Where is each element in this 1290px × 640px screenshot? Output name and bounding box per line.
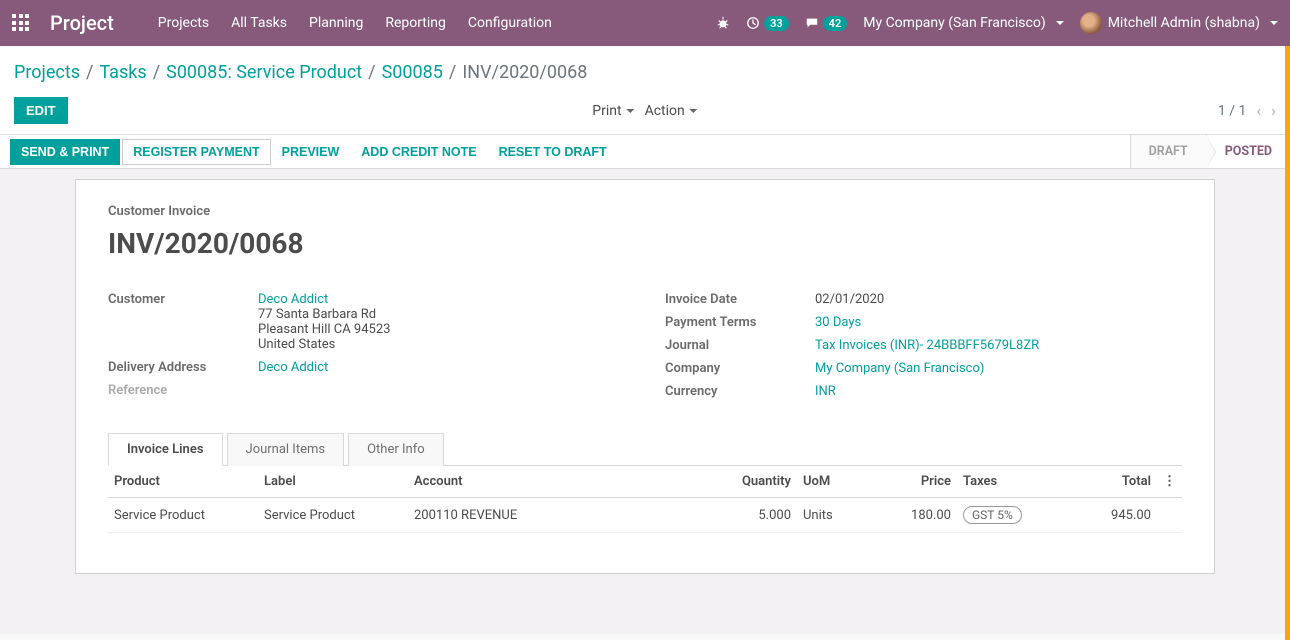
- print-menu[interactable]: Print: [592, 103, 634, 119]
- breadcrumb-projects[interactable]: Projects: [14, 62, 80, 83]
- breadcrumb-tasks[interactable]: Tasks: [99, 62, 146, 83]
- pager-next-icon[interactable]: ›: [1271, 101, 1276, 120]
- app-brand[interactable]: Project: [50, 11, 114, 35]
- apps-menu-icon[interactable]: [12, 14, 30, 32]
- th-quantity: Quantity: [717, 466, 797, 498]
- debug-icon[interactable]: [716, 16, 730, 30]
- pager-count: 1 / 1: [1218, 103, 1246, 119]
- register-payment-button[interactable]: REGISTER PAYMENT: [122, 139, 270, 165]
- nav-projects[interactable]: Projects: [158, 15, 209, 31]
- status-draft[interactable]: DRAFT: [1130, 135, 1206, 168]
- avatar: [1080, 12, 1102, 34]
- form-title: INV/2020/0068: [108, 227, 1182, 260]
- invoice-date-value: 02/01/2020: [815, 292, 1182, 307]
- reference-label: Reference: [108, 383, 258, 398]
- cell-total: 945.00: [1047, 498, 1157, 533]
- tab-invoice-lines[interactable]: Invoice Lines: [108, 433, 223, 466]
- cell-label: Service Product: [258, 498, 408, 533]
- reference-value: [258, 383, 625, 398]
- cell-taxes: GST 5%: [957, 498, 1047, 533]
- table-row[interactable]: Service Product Service Product 200110 R…: [108, 498, 1182, 533]
- delivery-address-label: Delivery Address: [108, 360, 258, 375]
- breadcrumb: Projects / Tasks / S00085: Service Produ…: [14, 54, 1276, 97]
- th-uom: UoM: [797, 466, 867, 498]
- cell-account: 200110 REVENUE: [408, 498, 717, 533]
- th-total: Total: [1047, 466, 1157, 498]
- activities-icon[interactable]: 33: [746, 16, 789, 31]
- tab-other-info[interactable]: Other Info: [348, 433, 444, 466]
- discuss-icon[interactable]: 42: [805, 16, 848, 31]
- reset-to-draft-button[interactable]: RESET TO DRAFT: [488, 139, 618, 165]
- journal-link[interactable]: Tax Invoices (INR)- 24BBBFF5679L8ZR: [815, 338, 1182, 353]
- edit-button[interactable]: EDIT: [14, 97, 68, 124]
- cell-product: Service Product: [108, 498, 258, 533]
- customer-addr3: United States: [258, 337, 625, 352]
- breadcrumb-current: INV/2020/0068: [462, 62, 587, 83]
- cell-uom: Units: [797, 498, 867, 533]
- nav-all-tasks[interactable]: All Tasks: [231, 15, 287, 31]
- company-label: Company: [665, 361, 815, 376]
- preview-button[interactable]: PREVIEW: [271, 139, 351, 165]
- breadcrumb-s00085[interactable]: S00085: [382, 62, 443, 83]
- delivery-address-link[interactable]: Deco Addict: [258, 360, 625, 375]
- status-posted[interactable]: POSTED: [1206, 135, 1290, 168]
- th-product: Product: [108, 466, 258, 498]
- customer-addr1: 77 Santa Barbara Rd: [258, 307, 625, 322]
- column-options-icon[interactable]: ⋮: [1157, 466, 1182, 498]
- payment-terms-link[interactable]: 30 Days: [815, 315, 1182, 330]
- activities-badge: 33: [764, 16, 789, 31]
- payment-terms-label: Payment Terms: [665, 315, 815, 330]
- send-print-button[interactable]: SEND & PRINT: [10, 139, 120, 165]
- user-menu[interactable]: Mitchell Admin (shabna): [1080, 12, 1278, 34]
- nav-planning[interactable]: Planning: [309, 15, 363, 31]
- nav-reporting[interactable]: Reporting: [385, 15, 446, 31]
- breadcrumb-s00085-service[interactable]: S00085: Service Product: [166, 62, 362, 83]
- add-credit-note-button[interactable]: ADD CREDIT NOTE: [350, 139, 487, 165]
- cell-quantity: 5.000: [717, 498, 797, 533]
- form-subtitle: Customer Invoice: [108, 204, 1182, 219]
- tab-journal-items[interactable]: Journal Items: [227, 433, 345, 466]
- customer-label: Customer: [108, 292, 258, 352]
- invoice-date-label: Invoice Date: [665, 292, 815, 307]
- customer-addr2: Pleasant Hill CA 94523: [258, 322, 625, 337]
- company-switcher[interactable]: My Company (San Francisco): [863, 15, 1063, 31]
- action-menu[interactable]: Action: [645, 103, 698, 119]
- th-price: Price: [867, 466, 957, 498]
- pager-prev-icon[interactable]: ‹: [1256, 101, 1261, 120]
- cell-price: 180.00: [867, 498, 957, 533]
- th-account: Account: [408, 466, 717, 498]
- currency-link[interactable]: INR: [815, 384, 1182, 399]
- journal-label: Journal: [665, 338, 815, 353]
- tax-chip[interactable]: GST 5%: [963, 506, 1022, 524]
- th-taxes: Taxes: [957, 466, 1047, 498]
- th-label: Label: [258, 466, 408, 498]
- currency-label: Currency: [665, 384, 815, 399]
- company-link[interactable]: My Company (San Francisco): [815, 361, 1182, 376]
- customer-link[interactable]: Deco Addict: [258, 292, 328, 307]
- discuss-badge: 42: [823, 16, 848, 31]
- nav-configuration[interactable]: Configuration: [468, 15, 552, 31]
